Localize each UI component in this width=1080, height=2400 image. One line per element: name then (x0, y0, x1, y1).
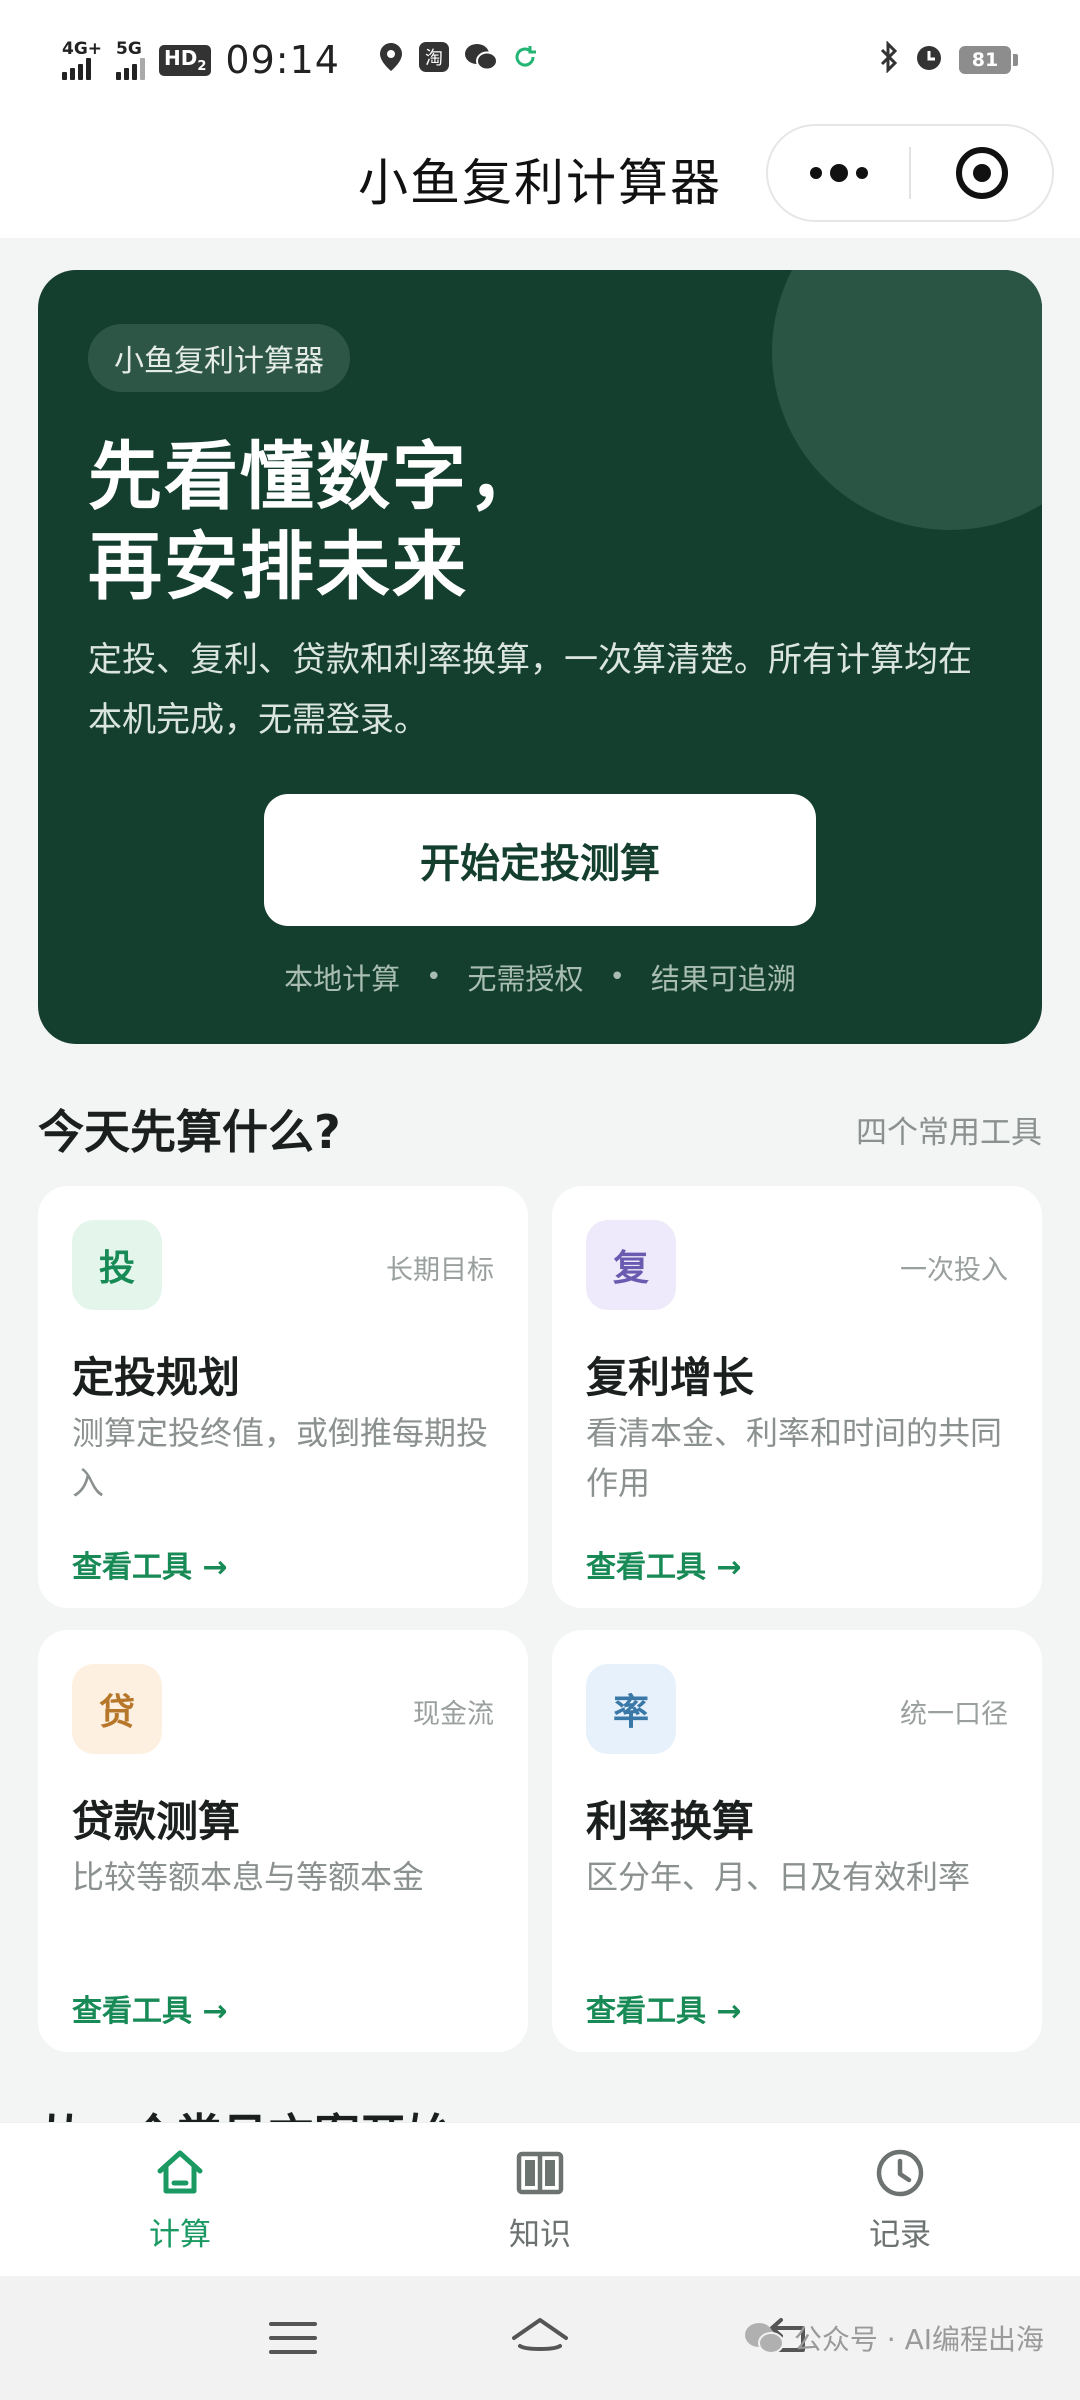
status-bar: 4G+ 5G HD2 09:14 淘 81 (0, 0, 1080, 120)
wechat-icon (464, 42, 498, 79)
tool-title: 定投规划 (72, 1353, 241, 1402)
tool-title: 贷款测算 (72, 1797, 241, 1846)
feature-local: 本地计算 (284, 962, 401, 996)
home-icon (157, 2150, 203, 2194)
feature-separator: • (609, 962, 625, 992)
header: 小鱼复利计算器 (0, 120, 1080, 238)
tool-badge: 复 (586, 1220, 676, 1310)
hero-title: 先看懂数字， 再安排未来 (88, 432, 544, 612)
view-tool-link[interactable]: 查看工具 → (586, 1986, 742, 2030)
tool-description: 区分年、月、日及有效利率 (586, 1858, 971, 1896)
tab-knowledge[interactable]: 知识 (360, 2123, 720, 2276)
tool-description: 测算定投终值，或倒推每期投入 (72, 1414, 489, 1502)
tab-calculate[interactable]: 计算 (0, 2123, 360, 2276)
feature-traceable: 结果可追溯 (650, 962, 796, 996)
start-investment-button[interactable]: 开始定投测算 (264, 794, 816, 926)
tab-bar: 计算 知识 记录 (0, 2122, 1080, 2276)
watermark: 公众号 · AI编程出海 (744, 2318, 1044, 2358)
tool-card-rate[interactable]: 率 统一口径 利率换算 区分年、月、日及有效利率 查看工具 → (552, 1630, 1042, 2052)
tool-badge: 投 (72, 1220, 162, 1310)
tab-label: 计算 (149, 2217, 211, 2253)
tool-card-loan[interactable]: 贷 现金流 贷款测算 比较等额本息与等额本金 查看工具 → (38, 1630, 528, 2052)
hero-description: 定投、复利、贷款和利率换算，一次算清楚。所有计算均在本机完成，无需登录。 (88, 640, 972, 740)
section-header: 今天先算什么? 四个常用工具 (38, 1090, 1042, 1168)
tool-description: 看清本金、利率和时间的共同作用 (586, 1414, 1003, 1502)
target-icon (955, 147, 1008, 199)
more-dots-icon (809, 164, 868, 182)
tool-tag: 现金流 (413, 1699, 494, 1730)
location-icon (378, 42, 404, 79)
status-right: 81 (879, 39, 1018, 80)
tab-label: 知识 (509, 2217, 571, 2253)
hero-features: 本地计算 • 无需授权 • 结果可追溯 (38, 956, 1042, 998)
tool-badge: 贷 (72, 1664, 162, 1754)
alarm-icon (913, 41, 945, 80)
clock-icon (876, 2149, 924, 2197)
hd-label: HD (164, 45, 198, 70)
feature-no-auth: 无需授权 (467, 962, 584, 996)
battery-icon: 81 (959, 46, 1018, 74)
tool-description: 比较等额本息与等额本金 (72, 1858, 425, 1896)
close-miniprogram-button[interactable] (911, 126, 1052, 220)
bluetooth-icon (879, 39, 899, 80)
view-tool-link[interactable]: 查看工具 → (72, 1986, 228, 2030)
miniprogram-capsule (766, 124, 1054, 222)
network-label-1: 4G+ (62, 38, 103, 59)
view-tool-link[interactable]: 查看工具 → (586, 1542, 742, 1586)
book-icon (516, 2151, 564, 2195)
status-left: 4G+ 5G HD2 09:14 淘 (62, 38, 538, 82)
taobao-icon: 淘 (418, 41, 450, 80)
hero-title-line-2: 再安排未来 (88, 524, 468, 610)
tool-tag: 长期目标 (386, 1255, 494, 1286)
hero-decor-circle (772, 270, 1042, 530)
hd-voice-icon: HD2 (159, 44, 212, 76)
battery-level: 81 (959, 46, 1011, 74)
tab-label: 记录 (869, 2217, 931, 2253)
signal-5g-icon: 5G (116, 38, 146, 80)
feature-separator: • (426, 962, 442, 992)
hd-sub-label: 2 (197, 58, 207, 74)
tool-card-compound[interactable]: 复 一次投入 复利增长 看清本金、利率和时间的共同作用 查看工具 → (552, 1186, 1042, 1608)
menu-icon[interactable] (261, 2306, 325, 2370)
signal-4g-icon: 4G+ (62, 38, 103, 80)
tool-badge: 率 (586, 1664, 676, 1754)
home-nav-icon[interactable] (508, 2306, 572, 2370)
wechat-watermark-icon (744, 2323, 784, 2354)
hero-title-line-1: 先看懂数字， (88, 434, 544, 520)
watermark-text: 公众号 · AI编程出海 (793, 2323, 1044, 2356)
tool-tag: 统一口径 (900, 1699, 1008, 1730)
clock: 09:14 (225, 38, 340, 82)
sync-icon (512, 44, 538, 77)
more-button[interactable] (768, 126, 909, 220)
taobao-glyph: 淘 (425, 48, 443, 69)
view-tool-link[interactable]: 查看工具 → (72, 1542, 228, 1586)
tool-card-investment[interactable]: 投 长期目标 定投规划 测算定投终值，或倒推每期投入 查看工具 → (38, 1186, 528, 1608)
section-title: 今天先算什么? (38, 1105, 341, 1159)
hero-card: 小鱼复利计算器 先看懂数字， 再安排未来 定投、复利、贷款和利率换算，一次算清楚… (38, 270, 1042, 1044)
tab-records[interactable]: 记录 (720, 2123, 1080, 2276)
tool-tag: 一次投入 (900, 1255, 1008, 1286)
tool-title: 利率换算 (586, 1797, 755, 1846)
network-label-2: 5G (116, 38, 142, 59)
section-aside: 四个常用工具 (856, 1114, 1042, 1151)
tool-title: 复利增长 (586, 1353, 755, 1402)
hero-tag: 小鱼复利计算器 (88, 324, 350, 392)
